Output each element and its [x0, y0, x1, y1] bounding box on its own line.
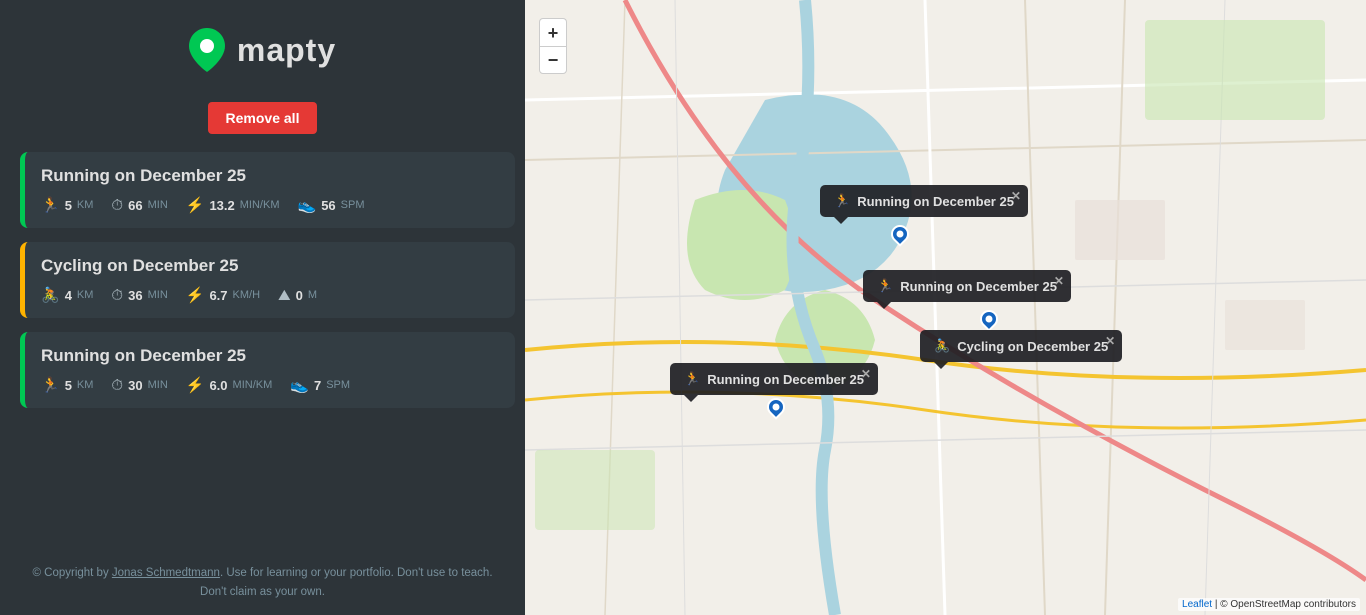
- map-background: [525, 0, 1366, 615]
- map-attribution: Leaflet | © OpenStreetMap contributors: [1178, 598, 1360, 611]
- popup-close-4[interactable]: ✕: [861, 367, 871, 381]
- osm-attribution: © OpenStreetMap contributors: [1220, 599, 1356, 610]
- run-icon-1: 🏃: [41, 196, 60, 214]
- copyright-text: © Copyright by Jonas Schmedtmann. Use fo…: [0, 554, 525, 615]
- stat-distance-1: 🏃 5 KM: [41, 196, 93, 214]
- zoom-out-button[interactable]: −: [539, 46, 567, 74]
- shoe-icon-3: 👟: [290, 376, 309, 394]
- lightning-icon-3: ⚡: [186, 376, 205, 394]
- mountain-icon-2: ⛰: [278, 287, 291, 304]
- map-popup-running-1: 🏃 Running on December 25 ✕: [820, 185, 1028, 217]
- run-icon-3: 🏃: [41, 376, 60, 394]
- stat-duration-3: ⏱ 30 MIN: [111, 377, 167, 394]
- popup-icon-3: 🚴: [934, 338, 950, 354]
- map-area[interactable]: + − 🏃 Running on December 25 ✕ 🏃 Running…: [525, 0, 1366, 615]
- stat-pace-1: ⚡ 13.2 MIN/KM: [186, 196, 280, 214]
- lightning-icon-2: ⚡: [186, 286, 205, 304]
- zoom-in-button[interactable]: +: [539, 18, 567, 46]
- popup-icon-1: 🏃: [834, 193, 850, 209]
- cycle-icon-2: 🚴: [41, 286, 60, 304]
- popup-close-2[interactable]: ✕: [1054, 274, 1064, 288]
- map-popup-cycling-1: 🚴 Cycling on December 25 ✕: [920, 330, 1122, 362]
- popup-label-1: Running on December 25: [857, 194, 1014, 209]
- stat-elevation-2: ⛰ 0 M: [278, 287, 317, 304]
- stat-duration-1: ⏱ 66 MIN: [111, 197, 167, 214]
- workout-title-2: Cycling on December 25: [41, 256, 497, 276]
- author-link[interactable]: Jonas Schmedtmann: [112, 567, 220, 579]
- lightning-icon-1: ⚡: [186, 196, 205, 214]
- zoom-controls: + −: [539, 18, 567, 74]
- workout-title-1: Running on December 25: [41, 166, 497, 186]
- popup-icon-2: 🏃: [877, 278, 893, 294]
- stat-cadence-1: 👟 56 SPM: [298, 196, 365, 214]
- popup-label-3: Cycling on December 25: [957, 339, 1108, 354]
- shoe-icon-1: 👟: [298, 196, 317, 214]
- stat-distance-2: 🚴 4 KM: [41, 286, 93, 304]
- clock-icon-3: ⏱: [111, 377, 123, 394]
- stat-cadence-3: 👟 7 SPM: [290, 376, 350, 394]
- app-name: mapty: [237, 32, 336, 69]
- workout-stats-1: 🏃 5 KM ⏱ 66 MIN ⚡ 13.2 MIN/KM 👟 56: [41, 196, 497, 214]
- map-popup-running-2: 🏃 Running on December 25 ✕: [863, 270, 1071, 302]
- workout-title-3: Running on December 25: [41, 346, 497, 366]
- clock-icon-2: ⏱: [111, 287, 123, 304]
- popup-close-3[interactable]: ✕: [1105, 334, 1115, 348]
- workout-card-cycling-1[interactable]: Cycling on December 25 🚴 4 KM ⏱ 36 MIN ⚡…: [20, 242, 515, 318]
- leaflet-link[interactable]: Leaflet: [1182, 599, 1212, 610]
- stat-speed-2: ⚡ 6.7 KM/H: [186, 286, 260, 304]
- workout-stats-3: 🏃 5 KM ⏱ 30 MIN ⚡ 6.0 MIN/KM 👟 7 S: [41, 376, 497, 394]
- workout-stats-2: 🚴 4 KM ⏱ 36 MIN ⚡ 6.7 KM/H ⛰ 0 M: [41, 286, 497, 304]
- stat-distance-3: 🏃 5 KM: [41, 376, 93, 394]
- popup-icon-4: 🏃: [684, 371, 700, 387]
- mapty-logo-icon: [189, 28, 225, 72]
- clock-icon-1: ⏱: [111, 197, 123, 214]
- stat-pace-3: ⚡ 6.0 MIN/KM: [186, 376, 273, 394]
- workouts-list: Running on December 25 🏃 5 KM ⏱ 66 MIN ⚡…: [0, 152, 525, 554]
- popup-label-4: Running on December 25: [707, 372, 864, 387]
- workout-card-running-2[interactable]: Running on December 25 🏃 5 KM ⏱ 30 MIN ⚡…: [20, 332, 515, 408]
- popup-label-2: Running on December 25: [900, 279, 1057, 294]
- map-popup-running-3: 🏃 Running on December 25 ✕: [670, 363, 878, 395]
- remove-all-button[interactable]: Remove all: [208, 102, 318, 134]
- stat-duration-2: ⏱ 36 MIN: [111, 287, 167, 304]
- popup-close-1[interactable]: ✕: [1011, 189, 1021, 203]
- sidebar: mapty Remove all Running on December 25 …: [0, 0, 525, 615]
- logo-area: mapty: [189, 28, 336, 72]
- workout-card-running-1[interactable]: Running on December 25 🏃 5 KM ⏱ 66 MIN ⚡…: [20, 152, 515, 228]
